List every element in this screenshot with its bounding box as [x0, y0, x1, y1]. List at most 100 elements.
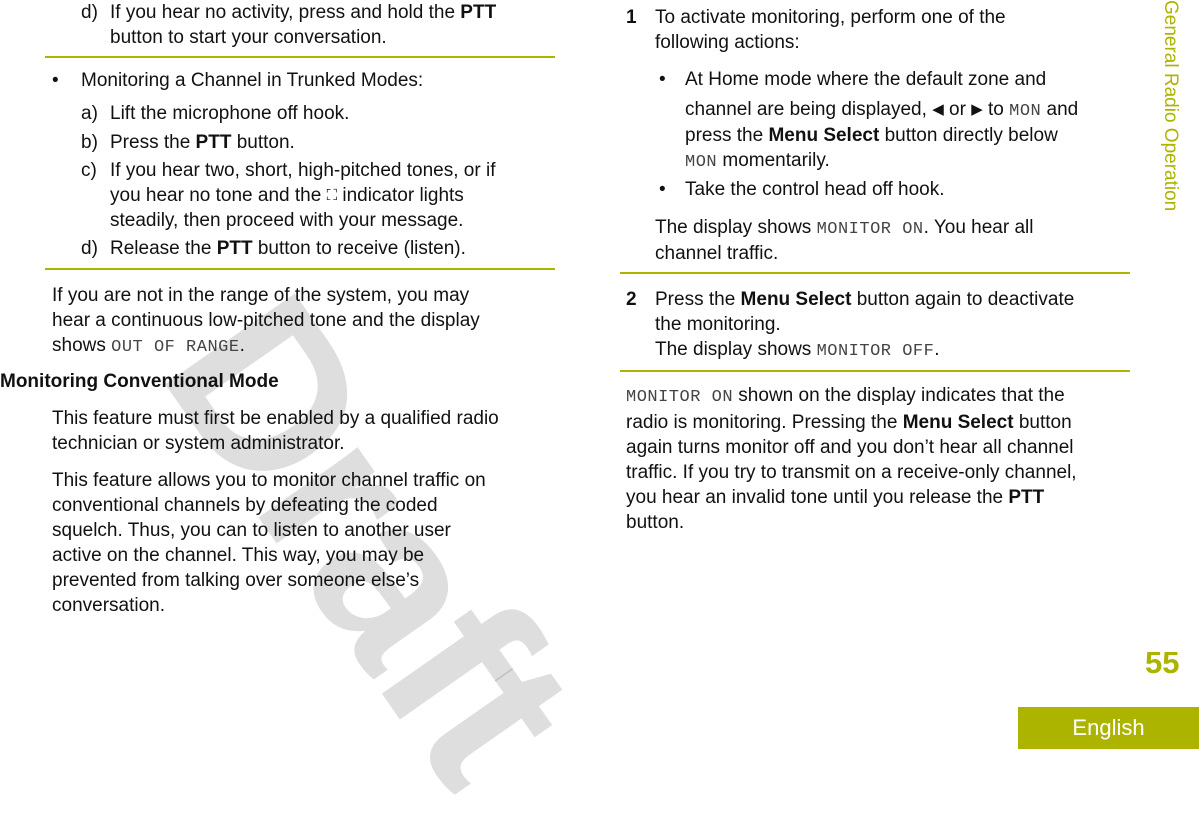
text-segment: button directly below: [879, 125, 1058, 146]
text-line: The display shows MONITOR ON. You hear a…: [655, 217, 1033, 241]
bold-term: Menu Select: [740, 289, 852, 310]
text-segment: active on the channel. This way, you may…: [52, 545, 425, 566]
text-line: If you hear two, short, high-pitched ton…: [110, 160, 495, 182]
text-segment: channel traffic.: [655, 243, 779, 264]
text-line: Monitoring Conventional Mode: [0, 371, 279, 393]
display-text: MONITOR ON: [626, 388, 734, 407]
text-segment: hear a continuous low-pitched tone and t…: [52, 310, 480, 331]
text-segment: Release the: [110, 238, 217, 259]
display-text: MON: [1009, 102, 1042, 121]
text-line: If you hear no activity, press and hold …: [110, 2, 496, 24]
display-text: MONITOR ON: [816, 220, 924, 239]
bold-term: Menu Select: [768, 125, 880, 146]
divider: [620, 272, 1130, 274]
text-segment: again turns monitor off and you don’t he…: [626, 437, 1074, 458]
list-marker: b): [81, 132, 98, 153]
text-line: the monitoring.: [655, 314, 781, 336]
text-line: Monitoring a Channel in Trunked Modes:: [81, 70, 423, 92]
text-segment: button.: [626, 512, 685, 533]
text-segment: you hear no tone and the: [110, 185, 327, 206]
text-line: Take the control head off hook.: [685, 179, 945, 201]
bold-term: Menu Select: [902, 412, 1014, 433]
text-line: you hear an invalid tone until you relea…: [626, 487, 1044, 509]
list-marker: a): [81, 103, 98, 124]
text-line: To activate monitoring, perform one of t…: [655, 7, 1006, 29]
text-segment: indicator lights: [337, 185, 464, 206]
bold-term: PTT: [460, 2, 497, 23]
text-line: This feature must first be enabled by a …: [52, 408, 499, 430]
language-tab: English: [1018, 707, 1199, 749]
text-segment: radio is monitoring. Pressing the: [626, 412, 903, 433]
left-arrow-icon: ◀: [932, 101, 944, 118]
text-segment: . You hear all: [923, 217, 1034, 238]
text-line: MONITOR ON shown on the display indicate…: [626, 385, 1065, 409]
section-title: General Radio Operation: [1160, 0, 1181, 212]
text-segment: This feature must first be enabled by a …: [52, 408, 499, 429]
text-line: Lift the microphone off hook.: [110, 103, 349, 125]
text-segment: momentarily.: [717, 150, 830, 171]
bold-term: PTT: [1008, 487, 1045, 508]
text-segment: and: [1041, 99, 1079, 120]
text-segment: traffic. If you try to transmit on a rec…: [626, 462, 1077, 483]
list-marker: d): [81, 238, 98, 259]
text-line: MON momentarily.: [685, 150, 830, 174]
page-number: 55: [1145, 645, 1180, 680]
text-segment: conversation.: [52, 595, 166, 616]
text-segment: squelch. Thus, you can to listen to anot…: [52, 520, 451, 541]
text-segment: channel are being displayed,: [685, 99, 933, 120]
text-line: button.: [626, 512, 684, 534]
text-segment: Monitoring a Channel in Trunked Modes:: [81, 70, 424, 91]
text-line: channel are being displayed, ◀ or ▶ to M…: [685, 99, 1078, 123]
text-line: channel traffic.: [655, 243, 778, 265]
text-segment: you hear an invalid tone until you relea…: [626, 487, 1009, 508]
text-line: radio is monitoring. Pressing the Menu S…: [626, 412, 1072, 434]
text-segment: The display shows: [655, 339, 817, 360]
text-line: button to start your conversation.: [110, 27, 387, 49]
bold-term: Monitoring Conventional Mode: [0, 371, 279, 392]
text-line: steadily, then proceed with your message…: [110, 210, 463, 232]
text-line: hear a continuous low-pitched tone and t…: [52, 310, 480, 332]
text-segment: This feature allows you to monitor chann…: [52, 470, 486, 491]
text-line: technician or system administrator.: [52, 433, 345, 455]
text-line: This feature allows you to monitor chann…: [52, 470, 486, 492]
list-marker: •: [659, 179, 666, 200]
display-text: OUT OF RANGE: [111, 338, 240, 357]
list-marker: c): [81, 160, 97, 181]
text-line: you hear no tone and the ⛶ indicator lig…: [110, 185, 464, 207]
text-segment: button to start your conversation.: [110, 27, 387, 48]
text-segment: or: [943, 99, 972, 120]
text-segment: technician or system administrator.: [52, 433, 345, 454]
list-marker: d): [81, 2, 98, 23]
text-segment: Press the: [110, 132, 196, 153]
text-segment: To activate monitoring, perform one of t…: [655, 7, 1006, 28]
text-segment: to: [982, 99, 1010, 120]
text-line: active on the channel. This way, you may…: [52, 545, 424, 567]
text-line: shows OUT OF RANGE.: [52, 335, 245, 359]
text-line: Press the Menu Select button again to de…: [655, 289, 1074, 311]
text-line: again turns monitor off and you don’t he…: [626, 437, 1074, 459]
text-line: prevented from talking over someone else…: [52, 570, 419, 592]
text-segment: button: [1013, 412, 1072, 433]
list-marker: 1: [626, 7, 637, 28]
text-segment: .: [934, 339, 940, 360]
divider: [620, 370, 1130, 372]
language-label: English: [1072, 715, 1145, 740]
text-segment: the monitoring.: [655, 314, 781, 335]
right-arrow-icon: ▶: [971, 101, 983, 118]
list-marker: •: [659, 69, 666, 90]
text-line: squelch. Thus, you can to listen to anot…: [52, 520, 451, 542]
display-text: MON: [685, 153, 718, 172]
text-line: Release the PTT button to receive (liste…: [110, 238, 466, 260]
text-segment: If you are not in the range of the syste…: [52, 285, 470, 306]
section-tab: General Radio Operation: [1157, 0, 1181, 255]
display-text: MONITOR OFF: [816, 342, 935, 361]
text-segment: prevented from talking over someone else…: [52, 570, 420, 591]
text-segment: conventional channels by defeating the c…: [52, 495, 438, 516]
text-line: conversation.: [52, 595, 165, 617]
text-line: following actions:: [655, 32, 800, 54]
text-segment: The display shows: [655, 217, 817, 238]
text-segment: Lift the microphone off hook.: [110, 103, 350, 124]
text-segment: Take the control head off hook.: [685, 179, 945, 200]
text-line: If you are not in the range of the syste…: [52, 285, 469, 307]
text-line: Press the PTT button.: [110, 132, 295, 154]
